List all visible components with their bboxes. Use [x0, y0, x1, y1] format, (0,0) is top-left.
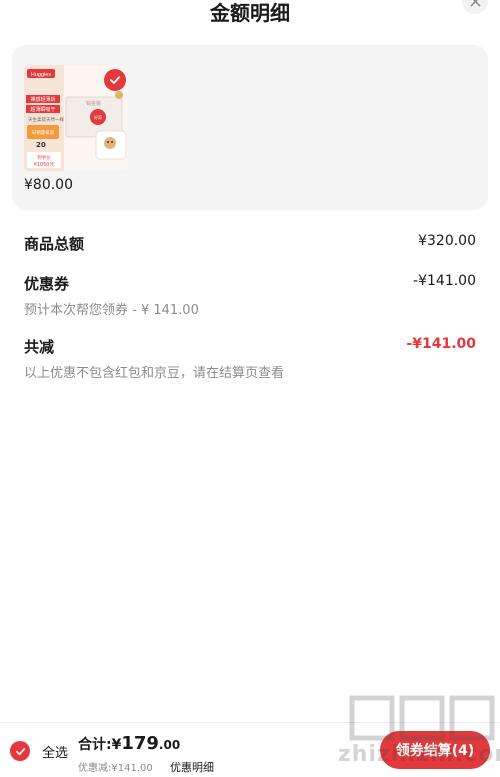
- coupon-row: 优惠券 -¥141.00 预计本次帮您领券 - ¥ 141.00: [24, 273, 476, 321]
- select-all-label[interactable]: 全选: [42, 742, 68, 761]
- svg-text:天生柔软: 天生柔软: [28, 116, 46, 123]
- svg-text:20: 20: [36, 141, 46, 149]
- svg-text:铂金装: 铂金装: [86, 100, 101, 107]
- goods-total-row: 商品总额 ¥320.00: [24, 233, 476, 257]
- checkmark-icon: [15, 747, 25, 755]
- discount-detail-link[interactable]: 优惠明细: [170, 759, 214, 775]
- total-reduce-subtext: 以上优惠不包含红包和京豆，请在结算页查看: [24, 366, 285, 381]
- svg-text:Huggies: Huggies: [31, 72, 51, 78]
- coupon-subtext: 预计本次帮您领券 - ¥ 141.00: [24, 303, 199, 318]
- goods-total-label: 商品总额: [24, 235, 85, 253]
- discount-summary: 优惠减:¥141.00: [78, 763, 153, 774]
- watermark-text: zhizhizhi.com: [338, 742, 500, 767]
- svg-text:到手价: 到手价: [37, 154, 51, 161]
- svg-text:¥1050元: ¥1050元: [34, 162, 55, 168]
- total-cents: .00: [158, 738, 181, 752]
- checkmark-icon: [110, 76, 121, 84]
- total-reduce-row: 共减 -¥141.00 以上优惠不包含红包和京豆，请在结算页查看: [24, 336, 476, 384]
- select-all-checkbox[interactable]: [10, 741, 30, 761]
- total-amount: 合计:¥179.00: [78, 733, 180, 754]
- total-integer: 179: [121, 733, 159, 754]
- total-reduce-value: -¥141.00: [406, 336, 476, 352]
- coupon-value: -¥141.00: [413, 273, 476, 289]
- close-icon: [469, 0, 481, 7]
- product-check-icon[interactable]: [104, 69, 126, 91]
- svg-text:裸感轻薄诉: 裸感轻薄诉: [30, 96, 55, 103]
- coupon-label: 优惠券: [24, 275, 70, 293]
- goods-total-value: ¥320.00: [418, 233, 476, 249]
- header: 金额明细: [0, 0, 500, 30]
- total-prefix: 合计:¥: [78, 737, 122, 753]
- svg-text:天然一样: 天然一样: [46, 116, 64, 123]
- svg-text:好奇: 好奇: [94, 114, 102, 120]
- svg-text:超薄瞬吸干: 超薄瞬吸干: [30, 106, 55, 113]
- svg-text:日销量排第: 日销量排第: [32, 129, 55, 136]
- page-title: 金额明细: [210, 1, 290, 25]
- product-price: ¥80.00: [24, 177, 73, 193]
- total-reduce-label: 共减: [24, 338, 55, 356]
- product-card: Huggies 裸感轻薄诉 超薄瞬吸干 天生柔软 天然一样 日销量排第 20 到…: [12, 45, 488, 210]
